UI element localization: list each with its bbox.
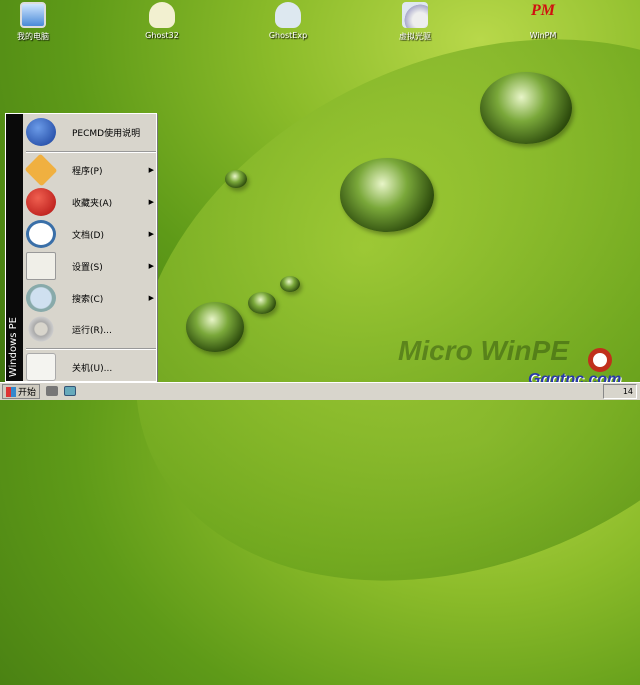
- quicklaunch-drive-icon[interactable]: [46, 386, 58, 396]
- site-logo-icon: [588, 348, 612, 372]
- water-drop: [480, 72, 572, 144]
- icon-label: WinPM: [529, 31, 557, 40]
- ghost-search-icon: [275, 2, 301, 28]
- windows-logo-icon: [6, 386, 16, 397]
- icon-label: GhostExp: [268, 31, 308, 40]
- water-drop: [248, 292, 276, 314]
- menu-label: 设置(S): [72, 262, 103, 273]
- watermark: Micro WinPE: [398, 335, 569, 366]
- menu-label: 程序(P): [72, 166, 103, 177]
- start-label: 开始: [18, 388, 37, 398]
- menu-item-search[interactable]: 搜索(C) ▶: [26, 282, 156, 314]
- menu-label: PECMD使用说明: [72, 128, 141, 139]
- icon-label: Ghost32: [145, 31, 179, 40]
- start-menu-sidebar: Windows PE: [6, 114, 23, 381]
- water-drop: [280, 276, 300, 292]
- icon-label: 虚拟光驱: [399, 32, 431, 41]
- shutdown-icon: [26, 353, 56, 381]
- menu-label: 收藏夹(A): [72, 198, 113, 209]
- menu-label: 搜索(C): [72, 294, 104, 305]
- menu-item-programs[interactable]: 程序(P) ▶: [24, 153, 156, 187]
- quicklaunch-desktop-icon[interactable]: [64, 386, 76, 396]
- taskbar: 开始 14: [0, 382, 640, 400]
- start-menu: Windows PE PECMD使用说明 程序(P) ▶ 收藏夹(A) ▶ 文档(D…: [5, 113, 157, 382]
- submenu-arrow-icon: ▶: [148, 198, 154, 206]
- menu-item-favorites[interactable]: 收藏夹(A) ▶: [26, 186, 156, 218]
- desktop-icon-ghostexp[interactable]: GhostExp: [248, 2, 328, 40]
- menu-separator: [26, 151, 156, 153]
- submenu-arrow-icon: ▶: [148, 230, 154, 238]
- ghost-icon: [149, 2, 175, 28]
- menu-item-shutdown[interactable]: 关机(U)...: [26, 351, 156, 383]
- computer-icon: [20, 2, 46, 28]
- desktop-icon-my-computer[interactable]: 我的电脑: [0, 2, 73, 42]
- menu-item-pecmd-help[interactable]: PECMD使用说明: [26, 116, 156, 148]
- winpm-icon: PM: [531, 2, 555, 19]
- submenu-arrow-icon: ▶: [148, 166, 154, 174]
- menu-label: 运行(R)...: [72, 325, 112, 336]
- heart-icon: [26, 188, 56, 216]
- menu-label: 文档(D): [72, 230, 104, 241]
- magnifier-icon: [26, 284, 56, 312]
- menu-separator: [26, 348, 156, 350]
- menu-item-run[interactable]: 运行(R)...: [26, 313, 156, 345]
- help-icon: [26, 118, 56, 146]
- menu-label: 关机(U)...: [72, 363, 113, 374]
- desktop-icon-virtual-drive[interactable]: 虚拟光驱: [375, 2, 455, 42]
- programs-icon: [24, 153, 58, 187]
- water-drop: [186, 302, 244, 352]
- sidebar-label: Windows PE: [8, 316, 19, 377]
- desktop-icon-winpm[interactable]: PM WinPM: [503, 2, 583, 40]
- desktop-icon-ghost32[interactable]: Ghost32: [122, 2, 202, 40]
- menu-item-documents[interactable]: 文档(D) ▶: [26, 218, 156, 250]
- clock-icon: [26, 220, 56, 248]
- system-tray-clock: 14: [603, 384, 637, 399]
- icon-label: 我的电脑: [17, 32, 49, 41]
- gears-icon: [26, 315, 56, 343]
- water-drop: [225, 170, 247, 188]
- virtual-drive-icon: [402, 2, 428, 28]
- settings-icon: [26, 252, 56, 280]
- submenu-arrow-icon: ▶: [148, 262, 154, 270]
- start-button[interactable]: 开始: [2, 384, 41, 399]
- water-drop: [340, 158, 434, 232]
- submenu-arrow-icon: ▶: [148, 294, 154, 302]
- menu-item-settings[interactable]: 设置(S) ▶: [26, 250, 156, 282]
